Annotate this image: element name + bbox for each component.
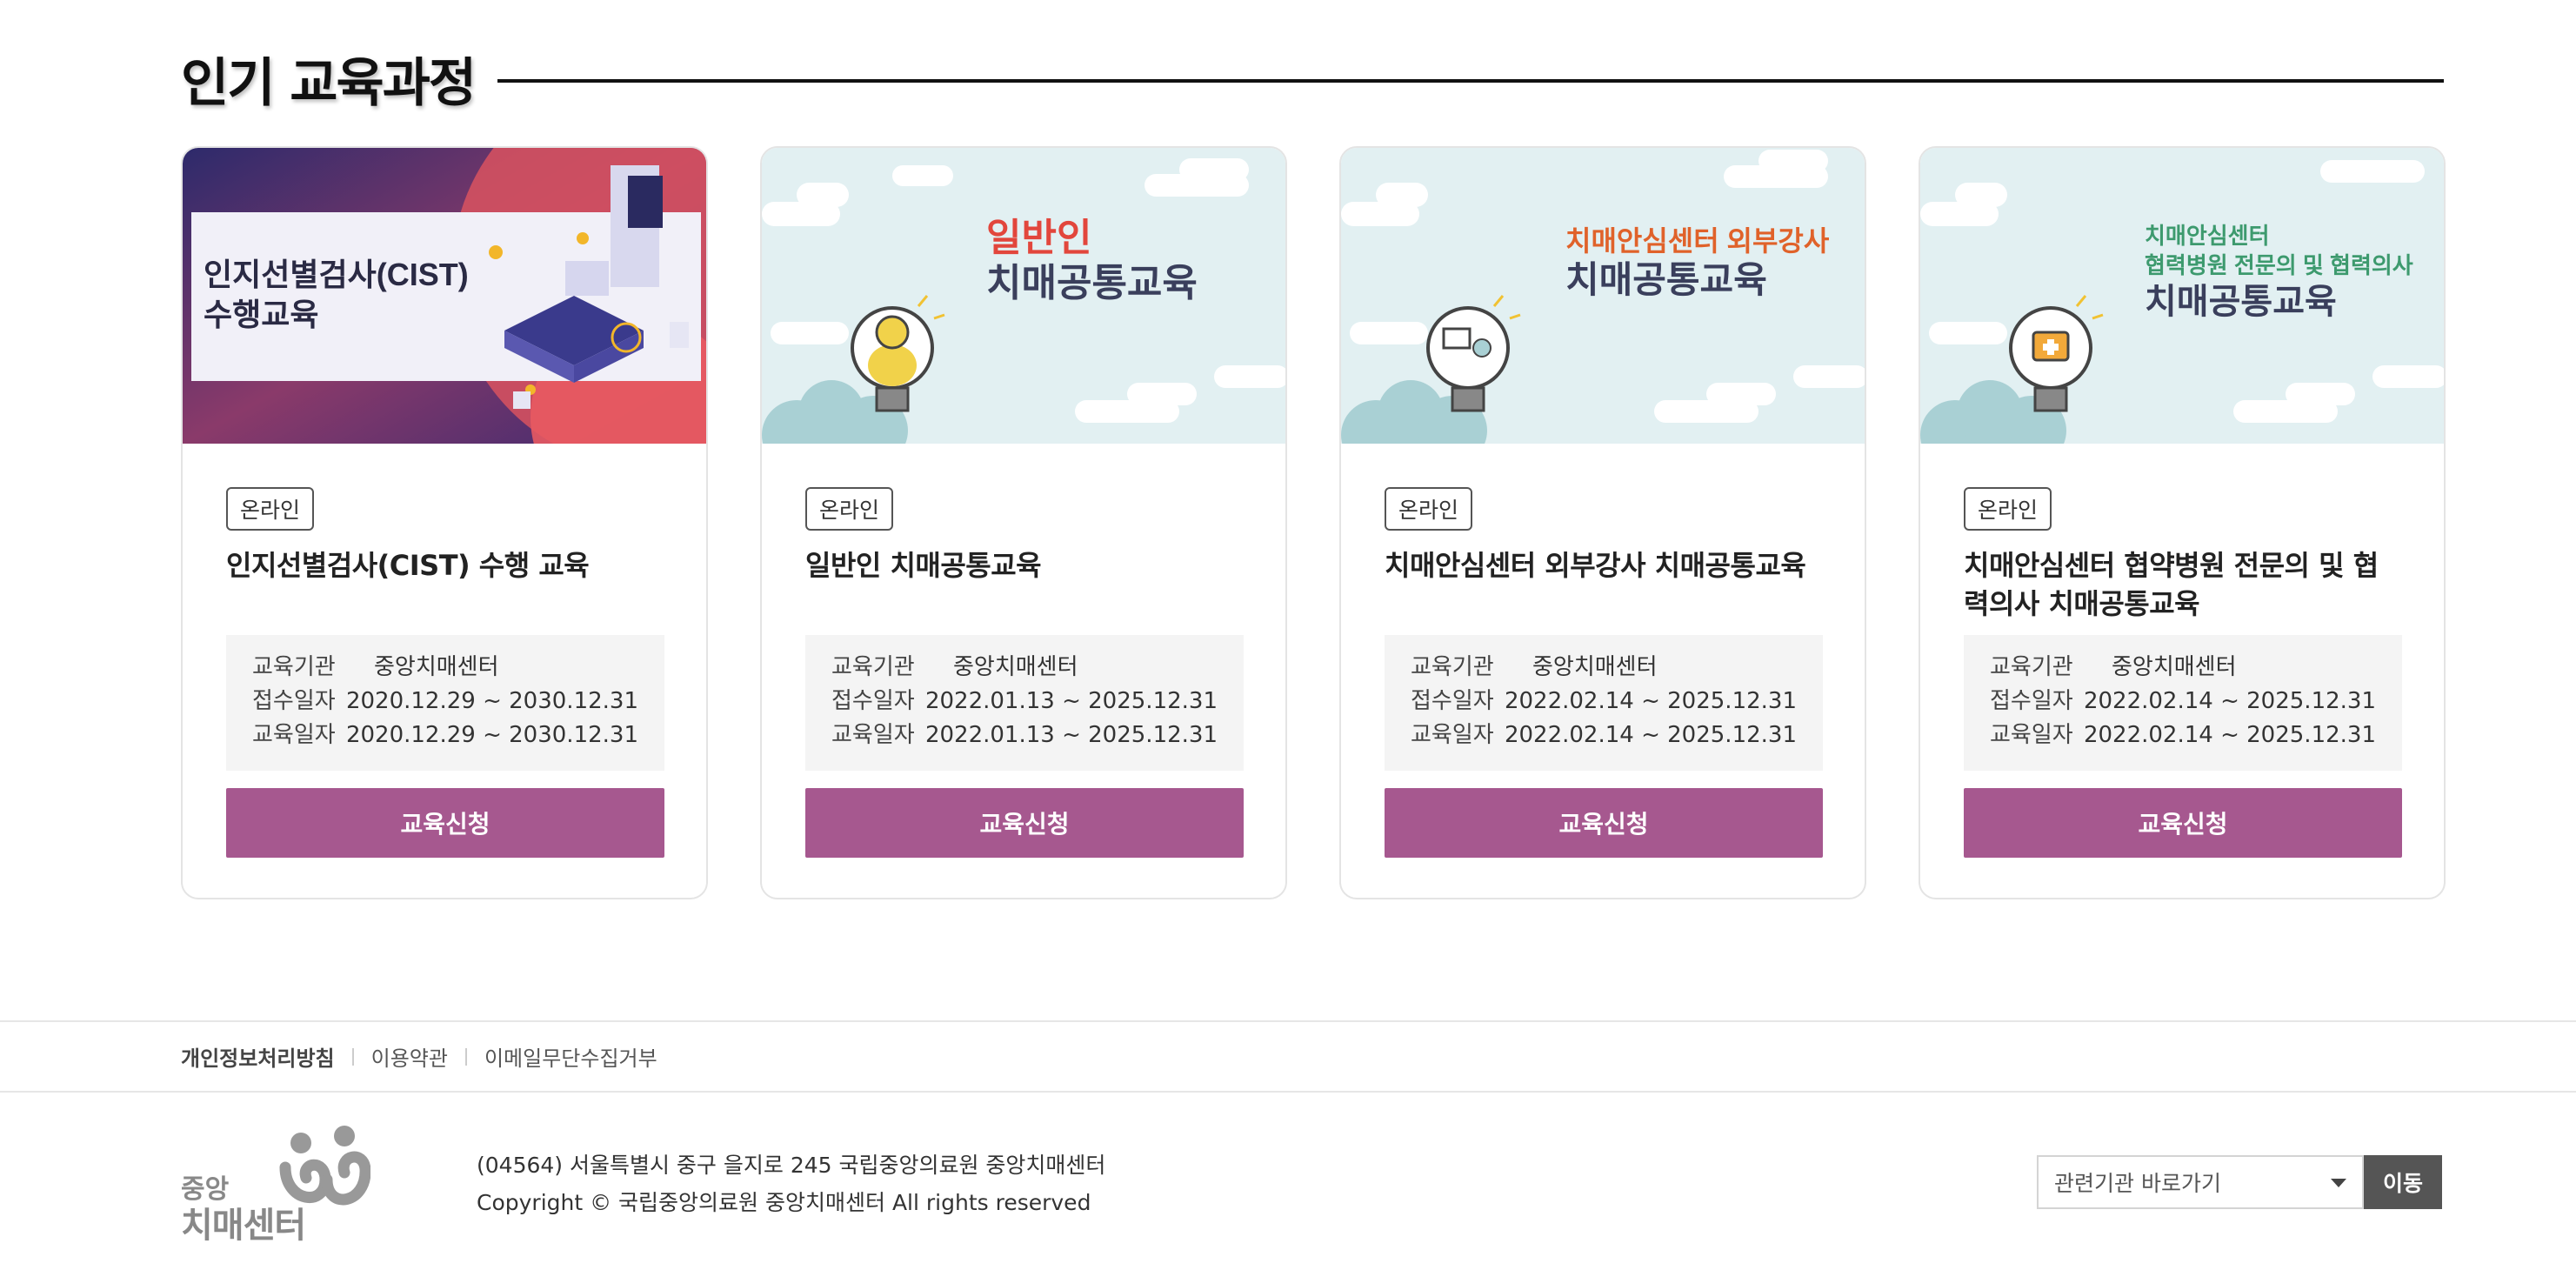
thumb-line: 치매안심센터 외부강사 [1565,225,1830,257]
course-info: 교육기관 중앙치매센터 접수일자 2022.02.14 ~ 2025.12.31… [1964,635,2402,771]
footer-links-bar: 개인정보처리방침 이용약관 이메일무단수집거부 [0,1020,2576,1093]
footer-links: 개인정보처리방침 이용약관 이메일무단수집거부 [181,1022,657,1091]
thumb-line: 수행교육 [204,297,318,332]
course-thumbnail[interactable]: 치매안심센터 협력병원 전문의 및 협력의사 치매공통교육 [1920,148,2444,444]
link-divider [464,1047,467,1066]
info-label: 접수일자 [1990,688,2073,714]
course-title[interactable]: 치매안심센터 협약병원 전문의 및 협력의사 치매공통교육 [1964,546,2402,623]
thumb-line: 인지선별검사(CIST) [204,257,469,292]
online-badge: 온라인 [1964,487,2052,531]
title-divider [497,79,2444,83]
section-title: 인기 교육과정 [181,52,477,114]
apply-button[interactable]: 교육신청 [1964,788,2402,858]
info-row-institution: 교육기관 중앙치매센터 [1411,651,1797,685]
related-sites-select-value: 관련기관 바로가기 [2054,1171,2221,1196]
thumb-line: 치매공통교육 [986,262,1198,304]
course-title[interactable]: 인지선별검사(CIST) 수행 교육 [226,546,664,623]
online-badge: 온라인 [805,487,894,531]
info-label: 접수일자 [1411,688,1494,714]
course-list: 인지선별검사(CIST) 수행교육 온라인 인지선별검사(CIST) 수행 교육 [181,146,2446,899]
info-value: 2020.12.29 ~ 2030.12.31 [345,688,638,714]
link-divider [351,1047,354,1066]
info-value: 2022.01.13 ~ 2025.12.31 [924,688,1218,714]
info-value: 2022.02.14 ~ 2025.12.31 [1504,688,1797,714]
info-value: 2022.02.14 ~ 2025.12.31 [2083,722,2376,748]
info-label: 교육기관 [1411,654,1494,680]
apply-button[interactable]: 교육신청 [805,788,1244,858]
info-value: 중앙치매센터 [1532,654,1658,680]
info-row-institution: 교육기관 중앙치매센터 [252,651,638,685]
go-button[interactable]: 이동 [2364,1155,2442,1209]
info-label: 교육일자 [1411,722,1494,748]
info-row-application-period: 접수일자 2022.02.14 ~ 2025.12.31 [1411,685,1797,719]
info-label: 교육기관 [252,654,336,680]
info-row-institution: 교육기관 중앙치매센터 [1990,651,2376,685]
course-title[interactable]: 일반인 치매공통교육 [805,546,1244,623]
course-thumbnail[interactable]: 치매안심센터 외부강사 치매공통교육 [1341,148,1865,444]
thumb-line: 치매안심센터 [2145,223,2270,249]
info-value: 2022.01.13 ~ 2025.12.31 [924,722,1218,748]
info-row-education-period: 교육일자 2020.12.29 ~ 2030.12.31 [252,719,638,752]
course-info: 교육기관 중앙치매센터 접수일자 2022.01.13 ~ 2025.12.31… [805,635,1244,771]
apply-button[interactable]: 교육신청 [1385,788,1823,858]
info-label: 접수일자 [831,688,915,714]
section-header: 인기 교육과정 [181,43,2444,114]
info-row-institution: 교육기관 중앙치매센터 [831,651,1218,685]
info-value: 중앙치매센터 [953,654,1078,680]
course-info: 교육기관 중앙치매센터 접수일자 2022.02.14 ~ 2025.12.31… [1385,635,1823,771]
info-label: 교육일자 [1990,722,2073,748]
address-text: (04564) 서울특별시 중구 을지로 245 국립중앙의료원 중앙치매센터 [477,1153,1106,1178]
thumb-line: 협력병원 전문의 및 협력의사 [2145,252,2413,278]
course-title[interactable]: 치매안심센터 외부강사 치매공통교육 [1385,546,1823,623]
info-label: 교육일자 [831,722,915,748]
info-label: 교육일자 [252,722,336,748]
thumb-line: 일반인 [986,217,1091,259]
course-card[interactable]: 인지선별검사(CIST) 수행교육 온라인 인지선별검사(CIST) 수행 교육 [181,146,708,899]
online-badge: 온라인 [1385,487,1473,531]
info-row-education-period: 교육일자 2022.02.14 ~ 2025.12.31 [1411,719,1797,752]
info-value: 2022.02.14 ~ 2025.12.31 [1504,722,1797,748]
related-sites-select[interactable]: 관련기관 바로가기 [2037,1155,2364,1209]
info-label: 교육기관 [831,654,915,680]
footer-logo: 중앙 치매센터 [181,1124,372,1246]
logo-text-big: 치매센터 [181,1206,306,1246]
info-value: 2022.02.14 ~ 2025.12.31 [2083,688,2376,714]
info-value: 2020.12.29 ~ 2030.12.31 [345,722,638,748]
course-info: 교육기관 중앙치매센터 접수일자 2020.12.29 ~ 2030.12.31… [226,635,664,771]
thumb-line: 치매공통교육 [2145,283,2337,321]
info-row-application-period: 접수일자 2022.01.13 ~ 2025.12.31 [831,685,1218,719]
info-value: 중앙치매센터 [2112,654,2237,680]
info-label: 교육기관 [1990,654,2073,680]
thumb-line: 치매공통교육 [1565,259,1767,300]
terms-link[interactable]: 이용약관 [371,1041,448,1072]
footer-address: (04564) 서울특별시 중구 을지로 245 국립중앙의료원 중앙치매센터 … [477,1146,1105,1221]
info-row-application-period: 접수일자 2020.12.29 ~ 2030.12.31 [252,685,638,719]
course-thumbnail[interactable]: 인지선별검사(CIST) 수행교육 [183,148,706,444]
apply-button[interactable]: 교육신청 [226,788,664,858]
course-card[interactable]: 일반인 치매공통교육 온라인 일반인 치매공통교육 교육기관 중앙치매센터 접수… [760,146,1287,899]
info-row-education-period: 교육일자 2022.02.14 ~ 2025.12.31 [1990,719,2376,752]
info-label: 접수일자 [252,688,336,714]
course-card[interactable]: 치매안심센터 협력병원 전문의 및 협력의사 치매공통교육 온라인 치매안심센터… [1919,146,2446,899]
copyright-text: Copyright © 국립중앙의료원 중앙치매센터 All rights re… [477,1190,1091,1215]
privacy-policy-link[interactable]: 개인정보처리방침 [181,1041,335,1072]
info-value: 중앙치매센터 [374,654,499,680]
course-thumbnail[interactable]: 일반인 치매공통교육 [762,148,1285,444]
info-row-application-period: 접수일자 2022.02.14 ~ 2025.12.31 [1990,685,2376,719]
email-collection-refusal-link[interactable]: 이메일무단수집거부 [484,1041,657,1072]
info-row-education-period: 교육일자 2022.01.13 ~ 2025.12.31 [831,719,1218,752]
course-card[interactable]: 치매안심센터 외부강사 치매공통교육 온라인 치매안심센터 외부강사 치매공통교… [1339,146,1866,899]
online-badge: 온라인 [226,487,315,531]
chevron-down-icon [2331,1179,2346,1187]
